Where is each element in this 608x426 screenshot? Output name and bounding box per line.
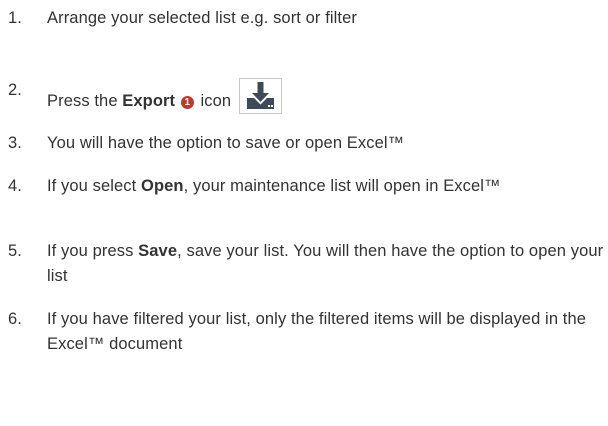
step-2: 2. Press the Export 1 icon <box>8 78 608 114</box>
step-3: 3. You will have the option to save or o… <box>8 131 608 156</box>
instruction-list: 1. Arrange your selected list e.g. sort … <box>0 0 608 426</box>
step-number: 6. <box>8 310 22 328</box>
step-text: Press the Export 1 icon <box>47 78 608 114</box>
step-bold-export: Export <box>122 92 176 110</box>
step-4: 4. If you select Open, your maintenance … <box>8 174 608 199</box>
step-5: 5. If you press Save, save your list. Yo… <box>8 239 608 289</box>
step-text: If you press Save, save your list. You w… <box>47 239 608 289</box>
step-text-after: , your maintenance list will open in Exc… <box>183 177 501 195</box>
step-6: 6. If you have filtered your list, only … <box>8 307 608 357</box>
step-text: If you select Open, your maintenance lis… <box>47 174 608 199</box>
step-text: You will have the option to save or open… <box>47 134 405 152</box>
step-1: 1. Arrange your selected list e.g. sort … <box>8 6 608 31</box>
step-text-before: Press the <box>47 92 123 110</box>
step-number: 4. <box>8 177 22 195</box>
export-download-icon[interactable] <box>238 78 282 114</box>
step-number: 2. <box>8 81 22 99</box>
step-number: 1. <box>8 9 22 27</box>
step-text-before: If you select <box>47 177 142 195</box>
step-text: If you have filtered your list, only the… <box>47 310 587 353</box>
step-text-after: icon <box>195 92 232 110</box>
step-number: 3. <box>8 134 22 152</box>
callout-badge: 1 <box>180 96 194 109</box>
step-text: Arrange your selected list e.g. sort or … <box>47 9 357 27</box>
step-number: 5. <box>8 242 22 260</box>
download-icon <box>246 82 274 109</box>
step-text-before: If you press <box>47 242 139 260</box>
step-bold-save: Save <box>138 242 178 260</box>
step-bold-open: Open <box>141 177 184 195</box>
